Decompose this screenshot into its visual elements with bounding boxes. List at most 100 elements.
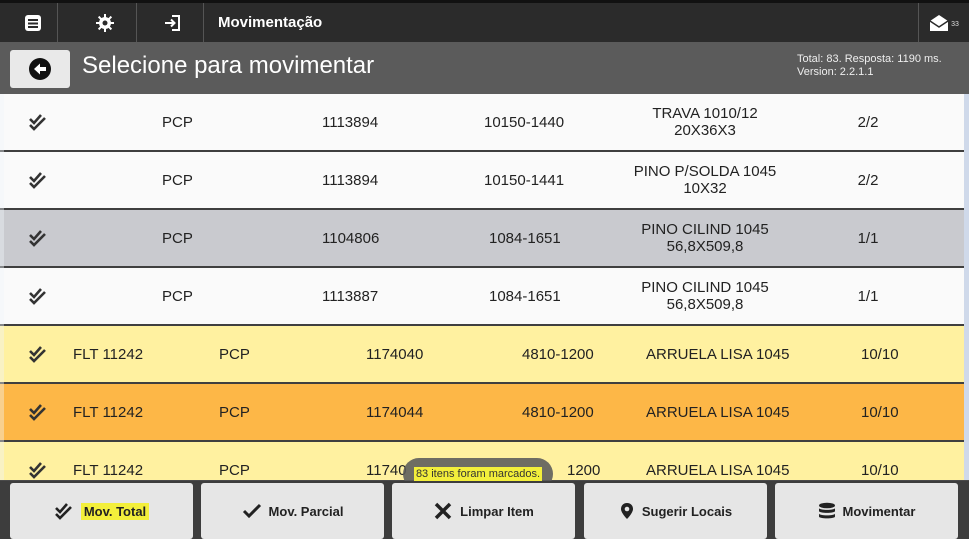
cell-ref: 10150-1440 <box>484 113 565 131</box>
double-check-icon <box>28 152 48 208</box>
check-icon <box>242 503 261 519</box>
double-check-icon <box>28 94 48 150</box>
page-title: Selecione para movimentar <box>82 52 375 79</box>
list-item[interactable]: PCP 1113894 10150-1441 PINO P/SOLDA 1045… <box>0 152 969 210</box>
cell-qty: 2/2 <box>857 171 879 189</box>
gear-icon <box>95 13 114 32</box>
cell-code: 1174044 <box>366 403 424 421</box>
cell-description: PINO CILIND 1045 56,8X509,8 <box>595 268 815 324</box>
description-line-1: PINO P/SOLDA 1045 <box>633 163 777 180</box>
cell-description: TRAVA 1010/12 20X36X3 <box>595 94 815 150</box>
cell-type: PCP <box>162 171 193 189</box>
cell-qty: 10/10 <box>861 345 899 363</box>
cell-code: 1174040 <box>366 345 424 363</box>
cell-doc: FLT 11242 <box>73 461 144 479</box>
cell-code: 1113894 <box>322 113 379 131</box>
list-item[interactable]: FLT 11242 PCP 1174040 4810-1200 ARRUELA … <box>0 326 969 384</box>
cell-qty: 2/2 <box>857 113 879 131</box>
bottom-action-bar: Mov. Total Mov. Parcial Limpar Item Suge… <box>0 481 969 539</box>
items-list[interactable]: PCP 1113894 10150-1440 TRAVA 1010/12 20X… <box>0 94 969 480</box>
description-line-2: 20X36X3 <box>674 122 736 139</box>
sugerir-locais-label: Sugerir Locais <box>641 503 733 519</box>
cell-ref: 1084-1651 <box>489 287 561 305</box>
list-item[interactable]: PCP 1113887 1084-1651 PINO CILIND 1045 5… <box>0 268 969 326</box>
limpar-item-label: Limpar Item <box>460 503 534 519</box>
map-pin-icon <box>620 503 633 519</box>
movimentar-button[interactable]: Movimentar <box>775 483 958 539</box>
cell-type: PCP <box>219 461 250 479</box>
limpar-item-button[interactable]: Limpar Item <box>392 483 575 539</box>
cell-description: ARRUELA LISA 1045 <box>646 326 789 382</box>
cell-ref: 10150-1441 <box>484 171 565 189</box>
cell-ref: 4810-1200 <box>522 403 594 421</box>
cell-ref: 1200 <box>567 461 601 479</box>
stats-text: Total: 83. Resposta: 1190 ms. <box>797 53 942 65</box>
page-header: Selecione para movimentar Total: 83. Res… <box>0 42 969 94</box>
top-app-bar: Movimentação 33 <box>0 0 969 42</box>
list-item[interactable]: PCP 1104806 1084-1651 PINO CILIND 1045 5… <box>0 210 969 268</box>
cell-qty: 1/1 <box>857 287 879 305</box>
description-line-1: ARRUELA LISA 1045 <box>646 461 790 479</box>
arrow-left-icon <box>29 58 51 80</box>
mov-parcial-label: Mov. Parcial <box>268 503 344 519</box>
sign-in-icon <box>164 14 180 31</box>
double-check-icon <box>28 268 48 324</box>
cell-ref: 4810-1200 <box>522 345 594 363</box>
settings-button[interactable] <box>73 3 137 42</box>
menu-button[interactable] <box>8 3 58 42</box>
double-check-icon <box>28 384 48 440</box>
menu-icon <box>24 14 41 31</box>
description-line-2: 56,8X509,8 <box>666 238 744 255</box>
scrollbar[interactable] <box>964 94 969 480</box>
cell-ref: 1084-1651 <box>489 229 561 247</box>
cell-description: ARRUELA LISA 1045 <box>646 442 789 480</box>
cell-type: PCP <box>219 403 250 421</box>
description-line-2: 10X32 <box>683 180 727 197</box>
cell-code: 11740 <box>366 461 407 479</box>
cell-type: PCP <box>162 229 193 247</box>
mov-parcial-button[interactable]: Mov. Parcial <box>201 483 384 539</box>
mov-total-button[interactable]: Mov. Total <box>10 483 193 539</box>
cell-code: 1104806 <box>322 229 380 247</box>
double-check-icon <box>28 326 48 382</box>
description-line-1: PINO CILIND 1045 <box>641 221 769 238</box>
cell-type: PCP <box>162 113 193 131</box>
description-line-1: TRAVA 1010/12 <box>652 105 758 122</box>
app-title: Movimentação <box>218 14 323 31</box>
cell-doc: FLT 11242 <box>73 403 144 421</box>
response-info: Total: 83. Resposta: 1190 ms. Version: 2… <box>797 53 942 79</box>
list-item[interactable]: FLT 11242 PCP 1174044 4810-1200 ARRUELA … <box>0 384 969 442</box>
description-line-1: ARRUELA LISA 1045 <box>646 345 790 363</box>
description-line-2: 56,8X509,8 <box>666 296 744 313</box>
cell-description: ARRUELA LISA 1045 <box>646 384 789 440</box>
envelope-icon <box>929 14 949 31</box>
description-line-1: ARRUELA LISA 1045 <box>646 403 790 421</box>
version-text: Version: 2.2.1.1 <box>797 66 874 78</box>
cell-type: PCP <box>219 345 250 363</box>
double-check-icon <box>28 442 48 480</box>
toast-message: 83 itens foram marcados. <box>413 467 543 481</box>
mail-count: 33 <box>951 21 959 28</box>
cell-description: PINO CILIND 1045 56,8X509,8 <box>595 210 815 266</box>
double-check-icon <box>54 503 72 520</box>
mov-total-label: Mov. Total <box>80 502 150 520</box>
cell-qty: 10/10 <box>861 461 899 479</box>
notifications-button[interactable]: 33 <box>918 3 969 42</box>
cell-code: 1113887 <box>322 287 379 305</box>
cell-code: 1113894 <box>322 171 379 189</box>
cell-doc: FLT 11242 <box>73 345 144 363</box>
left-edge <box>0 94 4 480</box>
cell-description: PINO P/SOLDA 1045 10X32 <box>595 152 815 208</box>
double-check-icon <box>28 210 48 266</box>
cell-qty: 1/1 <box>857 229 879 247</box>
cell-qty: 10/10 <box>861 403 899 421</box>
movimentar-label: Movimentar <box>842 503 916 519</box>
sugerir-locais-button[interactable]: Sugerir Locais <box>584 483 767 539</box>
close-icon <box>434 502 452 520</box>
database-icon <box>818 502 835 519</box>
cell-type: PCP <box>162 287 193 305</box>
login-button[interactable] <box>140 3 204 42</box>
list-item[interactable]: PCP 1113894 10150-1440 TRAVA 1010/12 20X… <box>0 94 969 152</box>
back-button[interactable] <box>10 50 70 88</box>
description-line-1: PINO CILIND 1045 <box>641 279 769 296</box>
